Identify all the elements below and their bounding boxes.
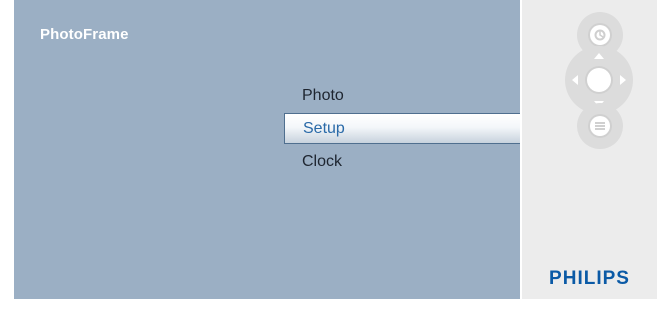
philips-logo: PHILIPS <box>549 268 630 289</box>
main-menu: Photo Setup Clock <box>284 79 531 178</box>
control-panel: PHILIPS <box>520 0 657 299</box>
menu-item-setup[interactable]: Setup <box>284 113 531 144</box>
menu-item-clock[interactable]: Clock <box>284 145 531 178</box>
menu-button[interactable] <box>577 103 623 149</box>
arrow-right-icon[interactable] <box>620 75 626 85</box>
app-title: PhotoFrame <box>40 26 129 43</box>
menu-panel: PhotoFrame Photo Setup Clock <box>14 0 531 299</box>
home-icon <box>590 25 610 45</box>
ok-button-icon[interactable] <box>587 68 611 92</box>
arrow-up-icon[interactable] <box>594 53 604 59</box>
menu-item-photo[interactable]: Photo <box>284 79 531 112</box>
photoframe-screen: PhotoFrame Photo Setup Clock PHILIPS <box>0 0 669 331</box>
arrow-left-icon[interactable] <box>572 75 578 85</box>
menu-icon <box>590 116 610 136</box>
